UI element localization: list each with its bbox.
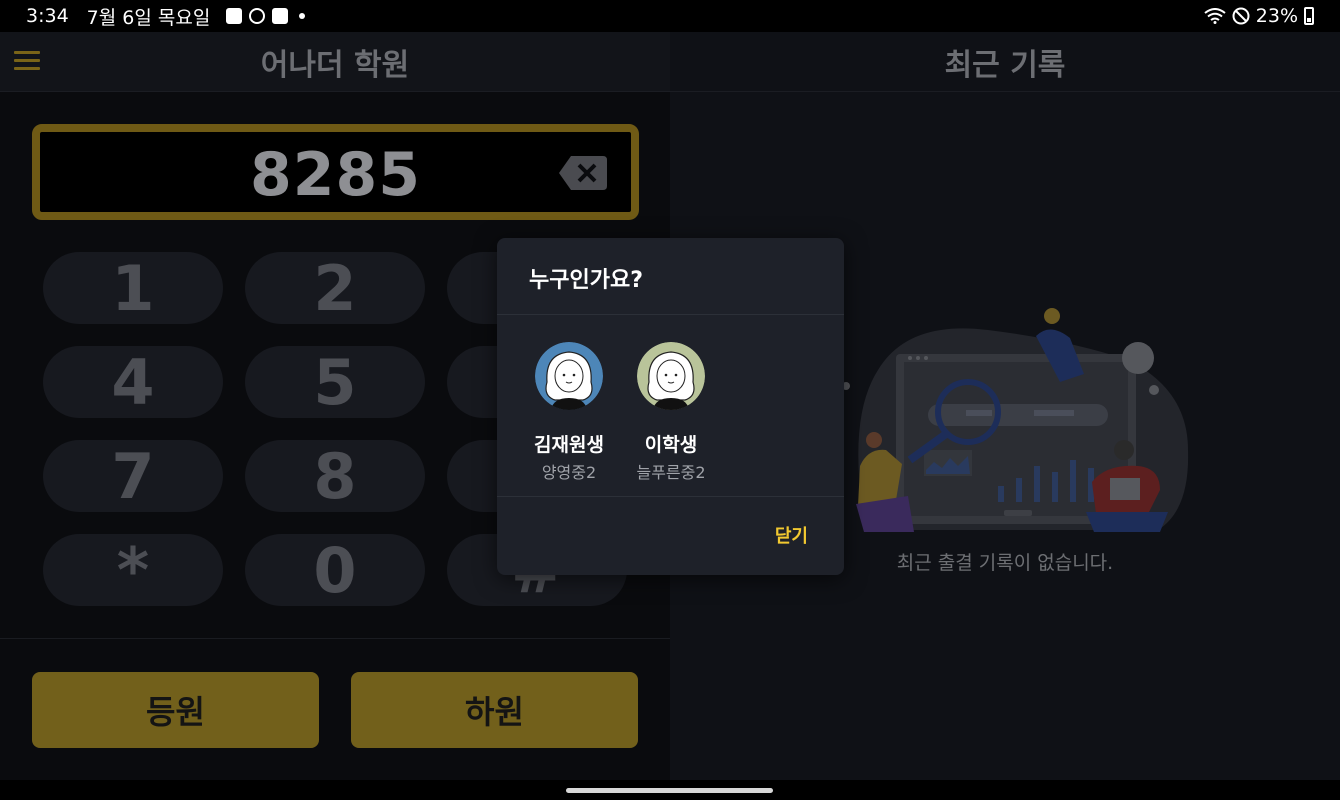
student-avatar	[535, 342, 603, 410]
key-1[interactable]: 1	[43, 252, 223, 325]
do-not-disturb-icon	[1232, 7, 1250, 25]
key-2[interactable]: 2	[245, 252, 425, 325]
recent-records-title: 최근 기록	[944, 48, 1066, 83]
key-7[interactable]: 7	[43, 440, 223, 513]
pin-value: 8285	[250, 140, 421, 210]
key-0[interactable]: 0	[245, 534, 425, 607]
key-5[interactable]: 5	[245, 346, 425, 419]
battery-icon	[1304, 7, 1314, 25]
who-are-you-dialog: 누구인가요? 김재원생 양영중2 이학생 늘푸른중2 닫기	[497, 238, 844, 575]
right-app-bar: 최근 기록	[670, 32, 1340, 92]
status-date: 7월 6일 목요일	[86, 6, 211, 29]
status-notification-icons	[226, 8, 306, 24]
student-avatar	[637, 342, 705, 410]
sync-icon	[249, 8, 266, 24]
student-school: 늘푸른중2	[636, 463, 706, 482]
empty-state-illustration	[842, 308, 1189, 532]
student-school: 양영중2	[541, 463, 597, 482]
student-name: 김재원생	[534, 434, 604, 456]
wifi-icon	[1204, 8, 1226, 24]
key-4[interactable]: 4	[43, 346, 223, 419]
backspace-icon[interactable]	[559, 156, 607, 190]
status-right-area: 23%	[1204, 0, 1314, 32]
divider	[0, 638, 670, 639]
home-gesture-handle[interactable]	[566, 788, 773, 793]
dialog-divider-bottom	[497, 496, 844, 497]
battery-percent: 23%	[1255, 5, 1298, 27]
close-button[interactable]: 닫기	[775, 522, 808, 548]
key-star[interactable]: *	[43, 534, 223, 607]
status-time: 3:34	[26, 5, 69, 27]
checkin-button[interactable]: 등원	[32, 672, 319, 748]
status-bar: 3:34 7월 6일 목요일 23%	[0, 0, 1340, 32]
notification-dot-icon	[299, 13, 306, 19]
image-icon	[226, 8, 243, 24]
dialog-divider-top	[497, 314, 844, 315]
pin-display: 8285	[32, 124, 639, 220]
student-option[interactable]: 이학생 늘푸른중2	[623, 342, 719, 483]
check-icon	[272, 8, 289, 24]
left-app-bar: 어나더 학원	[0, 32, 670, 92]
checkout-button[interactable]: 하원	[351, 672, 638, 748]
dialog-title: 누구인가요?	[529, 268, 643, 293]
academy-title: 어나더 학원	[260, 48, 410, 83]
navigation-bar	[0, 780, 1340, 800]
student-option[interactable]: 김재원생 양영중2	[521, 342, 617, 483]
student-name: 이학생	[644, 434, 698, 456]
key-8[interactable]: 8	[245, 440, 425, 513]
